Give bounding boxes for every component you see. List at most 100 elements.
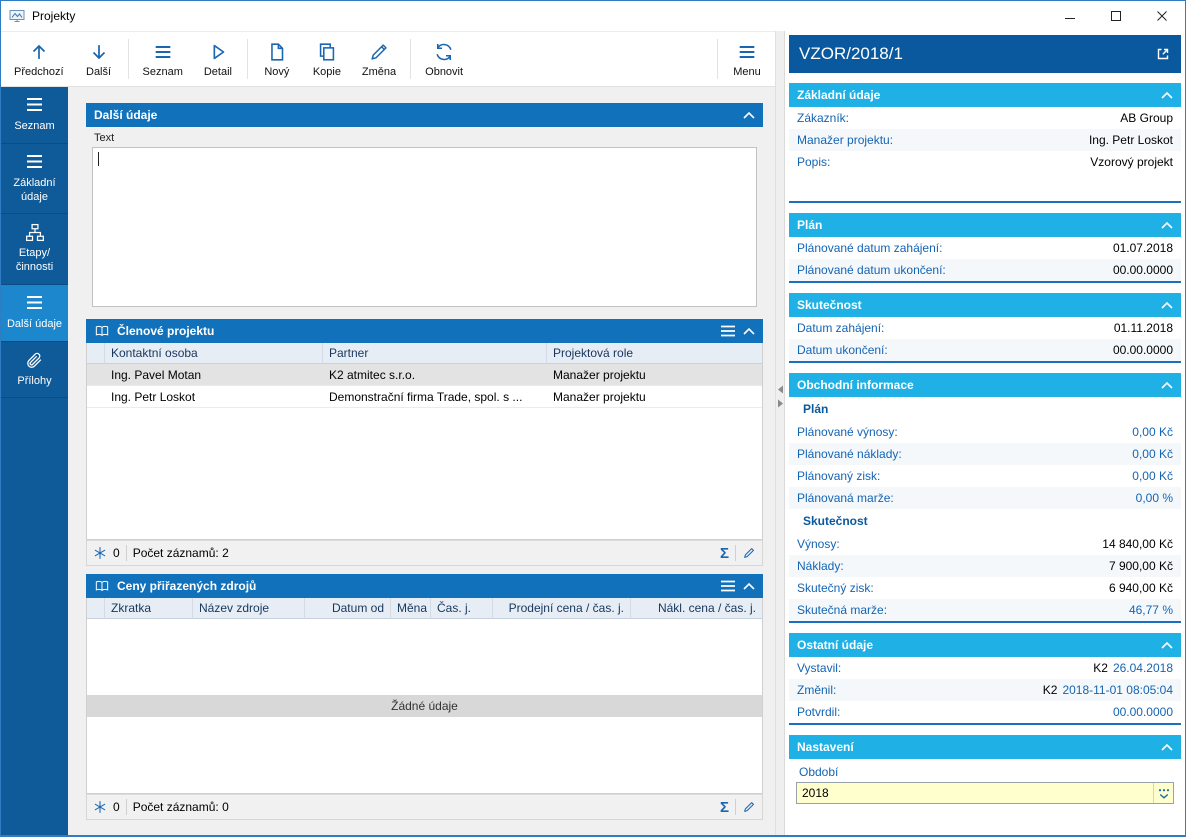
cell-kontaktni-osoba: Ing. Petr Loskot <box>111 389 196 404</box>
column-header-prodejni-cena[interactable]: Prodejní cena / čas. j. <box>493 598 631 619</box>
members-table-footer: 0 Počet záznamů: 2 Σ <box>86 540 763 566</box>
sidebar-item-seznam[interactable]: Seznam <box>1 87 68 144</box>
snowflake-icon[interactable] <box>93 800 107 814</box>
minimize-button[interactable] <box>1047 1 1093 31</box>
field-value: 7 900,00 Kč <box>1108 559 1173 573</box>
field-row: Datum ukončení: 00.00.0000 <box>789 339 1181 361</box>
field-label: Plánované náklady: <box>797 447 902 461</box>
edit-icon[interactable] <box>742 800 756 814</box>
refresh-button[interactable]: Obnovit <box>416 34 472 84</box>
panel-splitter[interactable] <box>775 31 785 835</box>
menu-button[interactable]: Menu <box>723 34 771 84</box>
table-row[interactable]: Ing. Pavel Motan K2 atmitec s.r.o. Manaž… <box>87 364 762 386</box>
panel-menu-icon[interactable] <box>720 580 736 592</box>
field-label: Popis: <box>797 155 831 169</box>
section-obchodni-informace: Obchodní informace Plán Plánované výnosy… <box>789 373 1181 623</box>
field-value: 01.11.2018 <box>1113 321 1173 335</box>
maximize-button[interactable] <box>1093 1 1139 31</box>
column-header-kontaktni-osoba[interactable]: Kontaktní osoba <box>105 343 323 364</box>
field-label: Náklady: <box>797 559 844 573</box>
detail-panel: VZOR/2018/1 Základní údaje Zákazník: AB G… <box>785 31 1185 835</box>
collapse-icon[interactable] <box>743 327 755 335</box>
menu-icon <box>736 41 758 63</box>
field-value: 14 840,00 Kč <box>1102 537 1173 551</box>
panel-menu-icon[interactable] <box>720 325 736 337</box>
panel-dalsi-udaje-header: Další údaje <box>86 103 763 127</box>
collapse-icon[interactable] <box>1161 91 1173 99</box>
column-header-projektova-role[interactable]: Projektová role <box>547 343 762 364</box>
column-header-mena[interactable]: Měna <box>391 598 431 619</box>
sidebar-item-etapy-cinnosti[interactable]: Etapy/ činnosti <box>1 214 68 285</box>
subsection-title: Skutečnost <box>803 514 868 528</box>
section-header: Nastavení <box>789 735 1181 759</box>
expand-icon[interactable] <box>1155 46 1171 62</box>
column-header-zkratka[interactable]: Zkratka <box>105 598 193 619</box>
section-title: Plán <box>797 218 823 232</box>
sidebar-item-label: Etapy/ činnosti <box>15 247 54 273</box>
field-label: Plánované datum zahájení: <box>797 241 943 255</box>
edit-icon[interactable] <box>742 546 756 560</box>
panel-title: Členové projektu <box>117 324 215 338</box>
detail-button[interactable]: Detail <box>194 34 242 84</box>
collapse-icon[interactable] <box>1161 301 1173 309</box>
close-button[interactable] <box>1139 1 1185 31</box>
column-header-partner[interactable]: Partner <box>323 343 547 364</box>
list-icon <box>152 41 174 63</box>
column-header-nazev-zdroje[interactable]: Název zdroje <box>193 598 305 619</box>
sum-icon[interactable]: Σ <box>720 800 729 815</box>
window-controls <box>1047 1 1185 31</box>
sum-icon[interactable]: Σ <box>720 546 729 561</box>
snowflake-icon[interactable] <box>93 546 107 560</box>
copy-button[interactable]: Kopie <box>303 34 351 84</box>
list-icon <box>25 294 44 313</box>
field-value: AB Group <box>1120 111 1173 125</box>
table-row[interactable]: Ing. Petr Loskot Demonstrační firma Trad… <box>87 386 762 408</box>
panel-title: Ceny přiřazených zdrojů <box>117 579 257 593</box>
collapse-icon[interactable] <box>1161 641 1173 649</box>
section-header: Skutečnost <box>789 293 1181 317</box>
field-row: Plánovaná marže: 0,00 % <box>789 487 1181 509</box>
collapse-icon[interactable] <box>1161 743 1173 751</box>
previous-button-label: Předchozí <box>14 65 64 78</box>
section-title: Základní údaje <box>797 88 881 102</box>
section-header: Plán <box>789 213 1181 237</box>
cell-projektova-role: Manažer projektu <box>553 389 646 404</box>
collapse-icon[interactable] <box>743 111 755 119</box>
new-button[interactable]: Nový <box>253 34 301 84</box>
previous-button[interactable]: Předchozí <box>5 34 73 84</box>
collapse-icon[interactable] <box>1161 221 1173 229</box>
column-header-cas-j[interactable]: Čas. j. <box>431 598 493 619</box>
arrow-up-icon <box>28 41 50 63</box>
field-row: Datum zahájení: 01.11.2018 <box>789 317 1181 339</box>
no-data-banner: Žádné údaje <box>87 695 762 717</box>
next-button[interactable]: Další <box>75 34 123 84</box>
field-label: Manažer projektu: <box>797 133 894 147</box>
column-header-nakl-cena[interactable]: Nákl. cena / čas. j. <box>631 598 762 619</box>
field-row: Potvrdil: 00.00.0000 <box>789 701 1181 723</box>
refresh-icon <box>433 41 455 63</box>
field-value: 00.00.0000 <box>1112 263 1173 277</box>
detail-button-label: Detail <box>203 65 232 78</box>
period-input[interactable] <box>797 783 1153 803</box>
field-row: Plánované datum ukončení: 00.00.0000 <box>789 259 1181 281</box>
field-row: Skutečná marže: 46,77 % <box>789 599 1181 621</box>
column-header-datum-od[interactable]: Datum od <box>305 598 391 619</box>
period-combo-button[interactable] <box>1153 783 1173 803</box>
sidebar-item-dalsi-udaje[interactable]: Další údaje <box>1 284 68 342</box>
change-button[interactable]: Změna <box>353 34 405 84</box>
collapse-icon[interactable] <box>1161 381 1173 389</box>
panel-title: Další údaje <box>94 108 158 122</box>
detail-header: VZOR/2018/1 <box>789 35 1181 73</box>
sidebar-item-zakladni-udaje[interactable]: Základní údaje <box>1 144 68 215</box>
app-window: Projekty Předchozí Další Seznam Detail N… <box>0 0 1186 837</box>
list-button[interactable]: Seznam <box>134 34 192 84</box>
field-label: Výnosy: <box>797 537 840 551</box>
field-row: Plánované výnosy: 0,00 Kč <box>789 421 1181 443</box>
field-value: K2 <box>1042 683 1058 697</box>
section-title: Skutečnost <box>797 298 862 312</box>
notes-text-input[interactable] <box>92 147 757 307</box>
hierarchy-icon <box>25 223 45 242</box>
collapse-icon[interactable] <box>743 582 755 590</box>
section-skutecnost: Skutečnost Datum zahájení: 01.11.2018 Dat… <box>789 293 1181 363</box>
sidebar-item-prilohy[interactable]: Přílohy <box>1 342 68 399</box>
